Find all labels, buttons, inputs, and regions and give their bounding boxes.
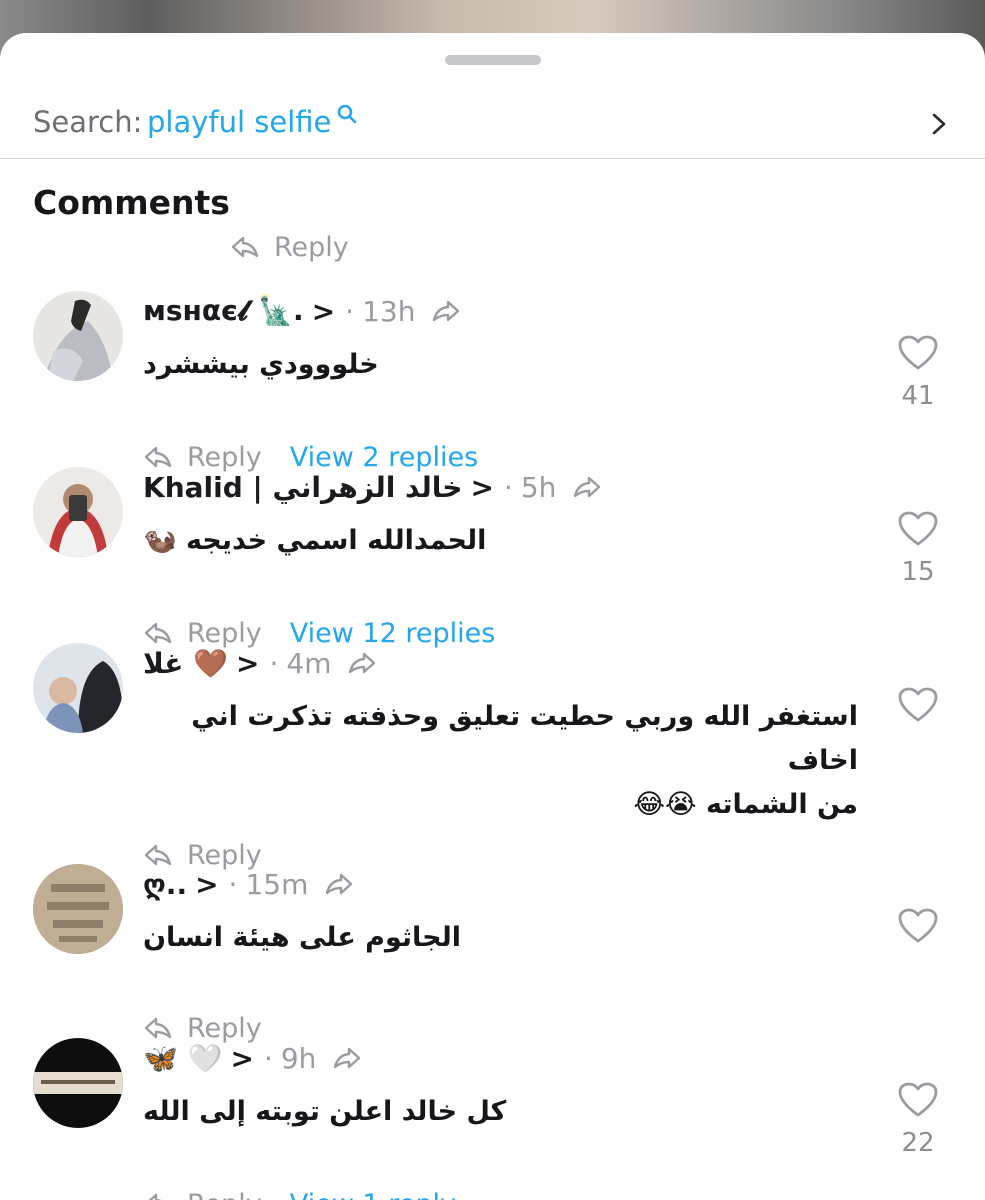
search-term[interactable]: playful selfie [147,105,331,139]
reply-arrow-icon [148,1193,162,1200]
reply-arrow-icon [144,446,172,468]
username[interactable]: 🦋 🤍 [143,1042,222,1075]
comment-text-line: من الشماته 😭😂 [633,789,858,820]
share-arrow-icon[interactable] [347,651,377,675]
username[interactable]: غلا 🤎 [143,647,228,680]
separator-dot: · [269,646,279,680]
separator-dot: · [345,294,355,328]
comment-header: Khalid | خالد الزهراني > · 5h [143,467,602,507]
comment-text: الجاثوم على هيئة انسان [143,922,462,953]
timestamp: 9h [280,1041,317,1075]
profile-chevron[interactable]: > [195,868,218,901]
sheet-grabber[interactable] [445,55,541,65]
profile-chevron[interactable]: > [312,295,335,328]
share-arrow-icon[interactable] [431,299,461,323]
share-arrow-icon[interactable] [332,1046,362,1070]
username[interactable]: мѕнαє𝓵 🗽. [143,294,304,328]
search-suggestion-row[interactable]: Search: playful selfie [0,95,985,159]
timestamp: 15m [245,867,309,901]
like-count: 22 [901,1128,935,1158]
timestamp: 13h [362,294,416,328]
username[interactable]: Khalid | خالد الزهراني [143,471,462,504]
like-count: 41 [901,381,935,411]
comment-text: خلووودي بيششرد [143,349,379,380]
avatar[interactable] [33,643,123,733]
comment-text: استغفر الله وربي حطيت تعليق وحذفته تذكرت… [143,695,858,827]
search-icon [337,104,357,124]
heart-icon[interactable] [898,511,938,547]
comment-actions: Reply View 1 reply [143,1186,456,1200]
view-replies-link[interactable]: View 1 reply [290,1189,456,1200]
comment-text: كل خالد اعلن توبته إلى الله [143,1096,507,1127]
comment-header: ღ.. > · 15m [143,864,354,904]
chevron-right-icon[interactable] [928,111,950,137]
comment-header: 🦋 🤍 > · 9h [143,1038,362,1078]
comment-text: الحمدالله اسمي خديجه 🦦 [143,525,487,556]
profile-chevron[interactable]: > [236,647,259,680]
heart-icon[interactable] [898,908,938,944]
reply-arrow-icon [231,236,259,258]
avatar[interactable] [33,1038,123,1128]
reply-arrow-icon [144,1017,172,1039]
profile-chevron[interactable]: > [470,471,493,504]
search-prefix: Search: [33,105,143,139]
timestamp: 4m [286,646,332,680]
share-arrow-icon[interactable] [572,475,602,499]
comment-text-line: استغفر الله وربي حطيت تعليق وحذفته تذكرت… [191,701,858,776]
reply-button[interactable]: Reply [230,229,349,265]
heart-icon[interactable] [898,1082,938,1118]
avatar[interactable] [33,467,123,557]
like-count: 15 [901,557,935,587]
avatar[interactable] [33,291,123,381]
comments-sheet: Search: playful selfie Comments Reply мѕ… [0,33,985,1200]
reply-button[interactable]: Reply [187,1189,262,1200]
avatar[interactable] [33,864,123,954]
separator-dot: · [228,867,238,901]
comment-header: мѕнαє𝓵 🗽. > · 13h [143,291,461,331]
heart-icon[interactable] [898,335,938,371]
profile-chevron[interactable]: > [230,1042,253,1075]
comments-title: Comments [33,183,230,222]
timestamp: 5h [520,470,557,504]
username[interactable]: ღ.. [143,868,187,901]
separator-dot: · [263,1041,273,1075]
heart-icon[interactable] [898,687,938,723]
separator-dot: · [503,470,513,504]
comment-header: غلا 🤎 > · 4m [143,643,377,683]
reply-arrow-icon [144,622,172,644]
share-arrow-icon[interactable] [324,872,354,896]
reply-label: Reply [274,231,349,263]
